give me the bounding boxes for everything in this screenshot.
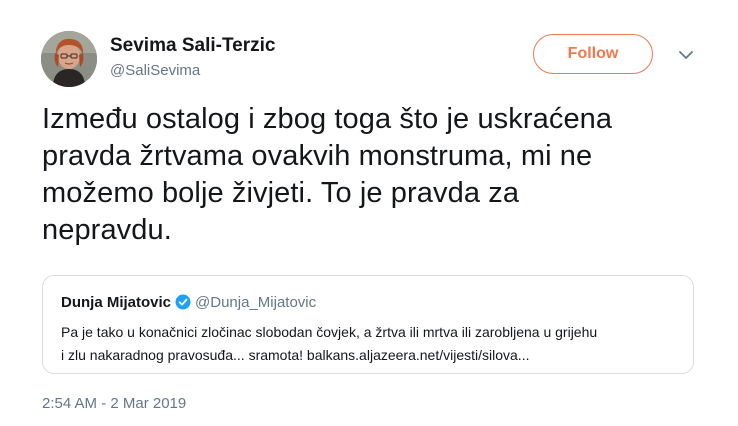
quoted-tweet-header: Dunja Mijatovic @Dunja_Mijatovic bbox=[61, 294, 316, 311]
tweet-text-line: nepravdu. bbox=[42, 214, 172, 246]
quoted-text-line: Pa je tako u konačnici zločinac slobodan… bbox=[61, 324, 598, 340]
tweet-timestamp[interactable]: 2:54 AM - 2 Mar 2019 bbox=[42, 395, 186, 412]
avatar[interactable] bbox=[41, 31, 97, 87]
quoted-tweet-card[interactable]: Dunja Mijatovic @Dunja_Mijatovic Pa je t… bbox=[42, 275, 694, 374]
tweet-text-line: Između ostalog i zbog toga što je uskrać… bbox=[42, 103, 613, 135]
quoted-tweet-text: Pa je tako u konačnici zločinac slobodan… bbox=[61, 321, 681, 367]
tweet-text-line: pravda žrtvama ovakvih monstruma, mi ne bbox=[42, 140, 593, 172]
verified-badge-icon bbox=[175, 294, 191, 310]
quoted-author-name: Dunja Mijatovic bbox=[61, 294, 172, 311]
quoted-text-line: i zlu nakaradnog pravosuđa... sramota! b… bbox=[61, 347, 530, 363]
quoted-author-handle: @Dunja_Mijatovic bbox=[195, 294, 317, 311]
author-name[interactable]: Sevima Sali-Terzic bbox=[110, 35, 275, 57]
tweet-text: Između ostalog i zbog toga što je uskrać… bbox=[42, 101, 702, 249]
follow-button[interactable]: Follow bbox=[533, 34, 653, 74]
chevron-down-icon[interactable] bbox=[677, 49, 695, 61]
author-handle[interactable]: @SaliSevima bbox=[110, 62, 200, 79]
tweet-text-line: možemo bolje živjeti. To je pravda za bbox=[42, 177, 520, 209]
